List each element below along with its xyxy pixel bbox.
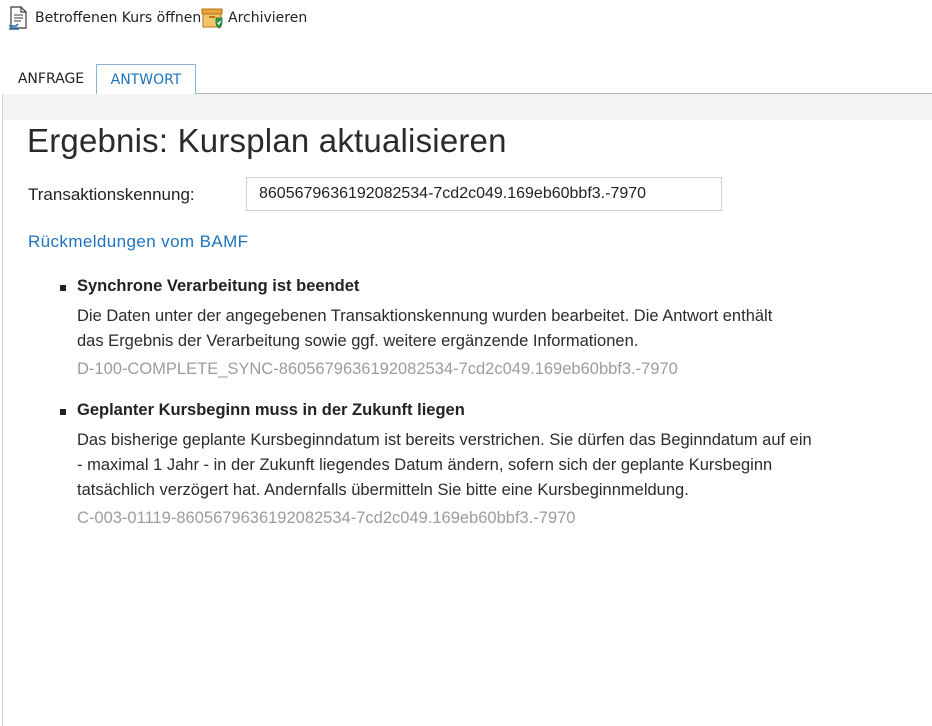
panel-header-bar	[3, 94, 932, 120]
open-course-label: Betroffenen Kurs öffnen	[35, 10, 202, 26]
bullet-icon	[60, 409, 66, 415]
message-heading: Synchrone Verarbeitung ist beendet	[77, 277, 360, 295]
message-body: Das bisherige geplante Kursbeginndatum i…	[77, 428, 917, 531]
open-course-button[interactable]: Betroffenen Kurs öffnen	[8, 6, 201, 30]
transaction-id-field[interactable]: 8605679636192082534-7cd2c049.169eb60bbf3…	[246, 177, 722, 211]
document-icon	[8, 6, 30, 30]
transaction-label: Transaktionskennung:	[28, 185, 195, 204]
archive-label: Archivieren	[228, 10, 308, 26]
message-text-line: Das bisherige geplante Kursbeginndatum i…	[77, 431, 812, 449]
message-text-line: - maximal 1 Jahr - in der Zukunft liegen…	[77, 456, 773, 474]
message-code: C-003-01119-8605679636192082534-7cd2c049…	[77, 509, 576, 527]
message-text-line: Die Daten unter der angegebenen Transakt…	[77, 307, 773, 325]
archive-button[interactable]: Archivieren	[201, 6, 307, 30]
tab-anfrage[interactable]: ANFRAGE	[8, 64, 94, 93]
toolbar: Betroffenen Kurs öffnen Archivieren	[0, 0, 932, 38]
tab-bar: ANFRAGE ANTWORT	[0, 64, 932, 94]
bullet-icon	[60, 285, 66, 291]
message-text-line: das Ergebnis der Verarbeitung sowie ggf.…	[77, 332, 639, 350]
message-body: Die Daten unter der angegebenen Transakt…	[77, 304, 917, 382]
feedback-section-title: Rückmeldungen vom BAMF	[28, 232, 249, 251]
message-code: D-100-COMPLETE_SYNC-8605679636192082534-…	[77, 360, 678, 378]
page-title: Ergebnis: Kursplan aktualisieren	[27, 122, 507, 159]
message-text-line: tatsächlich verzögert hat. Andernfalls ü…	[77, 481, 689, 499]
message-heading: Geplanter Kursbeginn muss in der Zukunft…	[77, 401, 465, 419]
archive-shield-icon	[201, 6, 223, 30]
tab-antwort[interactable]: ANTWORT	[96, 64, 196, 94]
